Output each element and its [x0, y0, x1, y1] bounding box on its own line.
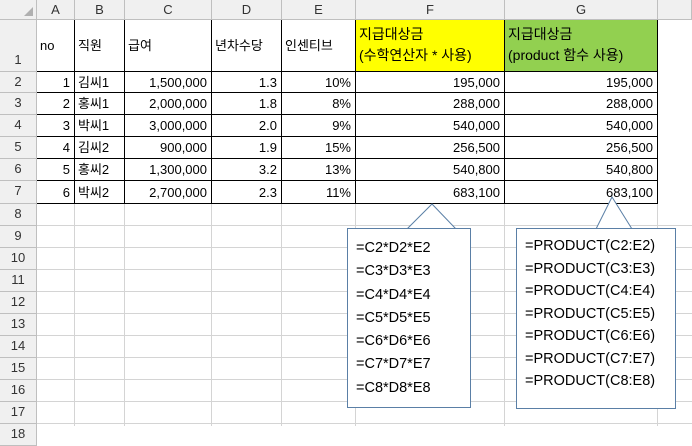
header-salary[interactable]: 급여 — [125, 20, 212, 72]
cell-incentive[interactable]: 10% — [282, 72, 356, 93]
cell-no[interactable]: 3 — [37, 115, 75, 137]
header-incentive[interactable]: 인센티브 — [282, 20, 356, 72]
header-pay-arithmetic[interactable]: 지급대상금 (수학연산자 * 사용) — [356, 20, 505, 72]
arith-formula-callout: =C2*D2*E2 =C3*D3*E3 =C4*D4*E4 =C5*D5*E5 … — [347, 228, 471, 408]
cell-pay-product[interactable]: 288,000 — [505, 93, 658, 115]
cell-pay-product[interactable]: 540,000 — [505, 115, 658, 137]
row-header-11[interactable]: 11 — [0, 270, 37, 292]
product-formula-7: =PRODUCT(C8:E8) — [525, 373, 656, 389]
header-pay-arithmetic-line1: 지급대상금 — [359, 26, 424, 42]
cell-salary[interactable]: 900,000 — [125, 137, 212, 159]
column-header-e[interactable]: E — [282, 0, 356, 20]
column-header-d[interactable]: D — [212, 0, 282, 20]
cell-salary[interactable]: 2,700,000 — [125, 181, 212, 204]
row-header-16[interactable]: 16 — [0, 380, 37, 402]
cell-no[interactable]: 4 — [37, 137, 75, 159]
spreadsheet: A B C D E F G 1 2 3 4 5 6 7 8 9 10 11 12… — [0, 0, 692, 446]
row-header-4[interactable]: 4 — [0, 115, 37, 137]
arith-formula-6: =C7*D7*E7 — [356, 356, 431, 373]
column-header-g[interactable]: G — [505, 0, 658, 20]
row-header-2[interactable]: 2 — [0, 72, 37, 93]
cell-employee[interactable]: 김씨2 — [75, 137, 125, 159]
product-formula-3: =PRODUCT(C4:E4) — [525, 283, 656, 299]
cell-pay-product[interactable]: 256,500 — [505, 137, 658, 159]
product-formula-4: =PRODUCT(C5:E5) — [525, 305, 656, 322]
cell-incentive[interactable]: 15% — [282, 137, 356, 159]
cell-employee[interactable]: 홍씨1 — [75, 93, 125, 115]
product-formula-2: =PRODUCT(C3:E3) — [525, 260, 656, 277]
arith-formula-5: =C6*D6*E6 — [356, 333, 431, 350]
row-header-17[interactable]: 17 — [0, 402, 37, 424]
column-header-c[interactable]: C — [125, 0, 212, 20]
cell-pay-product[interactable]: 195,000 — [505, 72, 658, 93]
cell-seniority[interactable]: 1.9 — [212, 137, 282, 159]
cell-employee[interactable]: 홍씨2 — [75, 159, 125, 181]
row-header-3[interactable]: 3 — [0, 93, 37, 115]
row-header-1[interactable]: 1 — [0, 20, 37, 72]
cell-pay-arithmetic[interactable]: 540,000 — [356, 115, 505, 137]
row-header-9[interactable]: 9 — [0, 226, 37, 248]
header-no[interactable]: no — [37, 20, 75, 72]
column-header-next[interactable] — [658, 0, 692, 20]
arith-formula-2: =C3*D3*E3 — [356, 263, 431, 280]
column-header-b[interactable]: B — [75, 0, 125, 20]
product-formula-callout: =PRODUCT(C2:E2) =PRODUCT(C3:E3) =PRODUCT… — [516, 228, 676, 409]
cell-employee[interactable]: 김씨1 — [75, 72, 125, 93]
header-pay-product-line2: (product 함수 사용) — [508, 47, 624, 63]
header-pay-product-line1: 지급대상금 — [508, 26, 573, 42]
header-seniority[interactable]: 년차수당 — [212, 20, 282, 72]
arith-formula-4: =C5*D5*E5 — [356, 309, 431, 326]
cell-salary[interactable]: 3,000,000 — [125, 115, 212, 137]
cell-pay-product[interactable]: 683,100 — [505, 181, 658, 204]
product-formula-5: =PRODUCT(C6:E6) — [525, 328, 656, 344]
product-formula-1: =PRODUCT(C2:E2) — [525, 238, 656, 254]
column-header-a[interactable]: A — [37, 0, 75, 20]
header-pay-product[interactable]: 지급대상금 (product 함수 사용) — [505, 20, 658, 72]
row-header-6[interactable]: 6 — [0, 159, 37, 181]
cell-employee[interactable]: 박씨1 — [75, 115, 125, 137]
row-header-18[interactable]: 18 — [0, 424, 37, 446]
cell-seniority[interactable]: 1.3 — [212, 72, 282, 93]
cell-salary[interactable]: 1,300,000 — [125, 159, 212, 181]
cell-salary[interactable]: 2,000,000 — [125, 93, 212, 115]
row-header-7[interactable]: 7 — [0, 181, 37, 204]
cell-no[interactable]: 2 — [37, 93, 75, 115]
cell-pay-arithmetic[interactable]: 540,800 — [356, 159, 505, 181]
cell-salary[interactable]: 1,500,000 — [125, 72, 212, 93]
arith-formula-7: =C8*D8*E8 — [356, 379, 431, 396]
row-header-5[interactable]: 5 — [0, 137, 37, 159]
cell-incentive[interactable]: 8% — [282, 93, 356, 115]
row-header-8[interactable]: 8 — [0, 204, 37, 226]
arith-formula-3: =C4*D4*E4 — [356, 286, 431, 303]
header-pay-arithmetic-line2: (수학연산자 * 사용) — [359, 47, 472, 63]
header-employee[interactable]: 직원 — [75, 20, 125, 72]
cell-seniority[interactable]: 2.0 — [212, 115, 282, 137]
cell-incentive[interactable]: 9% — [282, 115, 356, 137]
cell-incentive[interactable]: 11% — [282, 181, 356, 204]
product-formula-6: =PRODUCT(C7:E7) — [525, 350, 656, 367]
cell-no[interactable]: 5 — [37, 159, 75, 181]
select-all-corner[interactable] — [0, 0, 37, 20]
select-all-triangle-icon — [24, 7, 33, 16]
row-header-10[interactable]: 10 — [0, 248, 37, 270]
cell-pay-arithmetic[interactable]: 256,500 — [356, 137, 505, 159]
row-header-15[interactable]: 15 — [0, 358, 37, 380]
cell-no[interactable]: 6 — [37, 181, 75, 204]
arith-formula-1: =C2*D2*E2 — [356, 240, 431, 256]
cell-pay-product[interactable]: 540,800 — [505, 159, 658, 181]
column-header-f[interactable]: F — [356, 0, 505, 20]
cell-pay-arithmetic[interactable]: 195,000 — [356, 72, 505, 93]
cell-seniority[interactable]: 1.8 — [212, 93, 282, 115]
cell-employee[interactable]: 박씨2 — [75, 181, 125, 204]
cell-no[interactable]: 1 — [37, 72, 75, 93]
row-header-13[interactable]: 13 — [0, 314, 37, 336]
cell-seniority[interactable]: 3.2 — [212, 159, 282, 181]
row-header-14[interactable]: 14 — [0, 336, 37, 358]
cell-seniority[interactable]: 2.3 — [212, 181, 282, 204]
cell-pay-arithmetic[interactable]: 683,100 — [356, 181, 505, 204]
cell-incentive[interactable]: 13% — [282, 159, 356, 181]
row-header-12[interactable]: 12 — [0, 292, 37, 314]
cell-pay-arithmetic[interactable]: 288,000 — [356, 93, 505, 115]
